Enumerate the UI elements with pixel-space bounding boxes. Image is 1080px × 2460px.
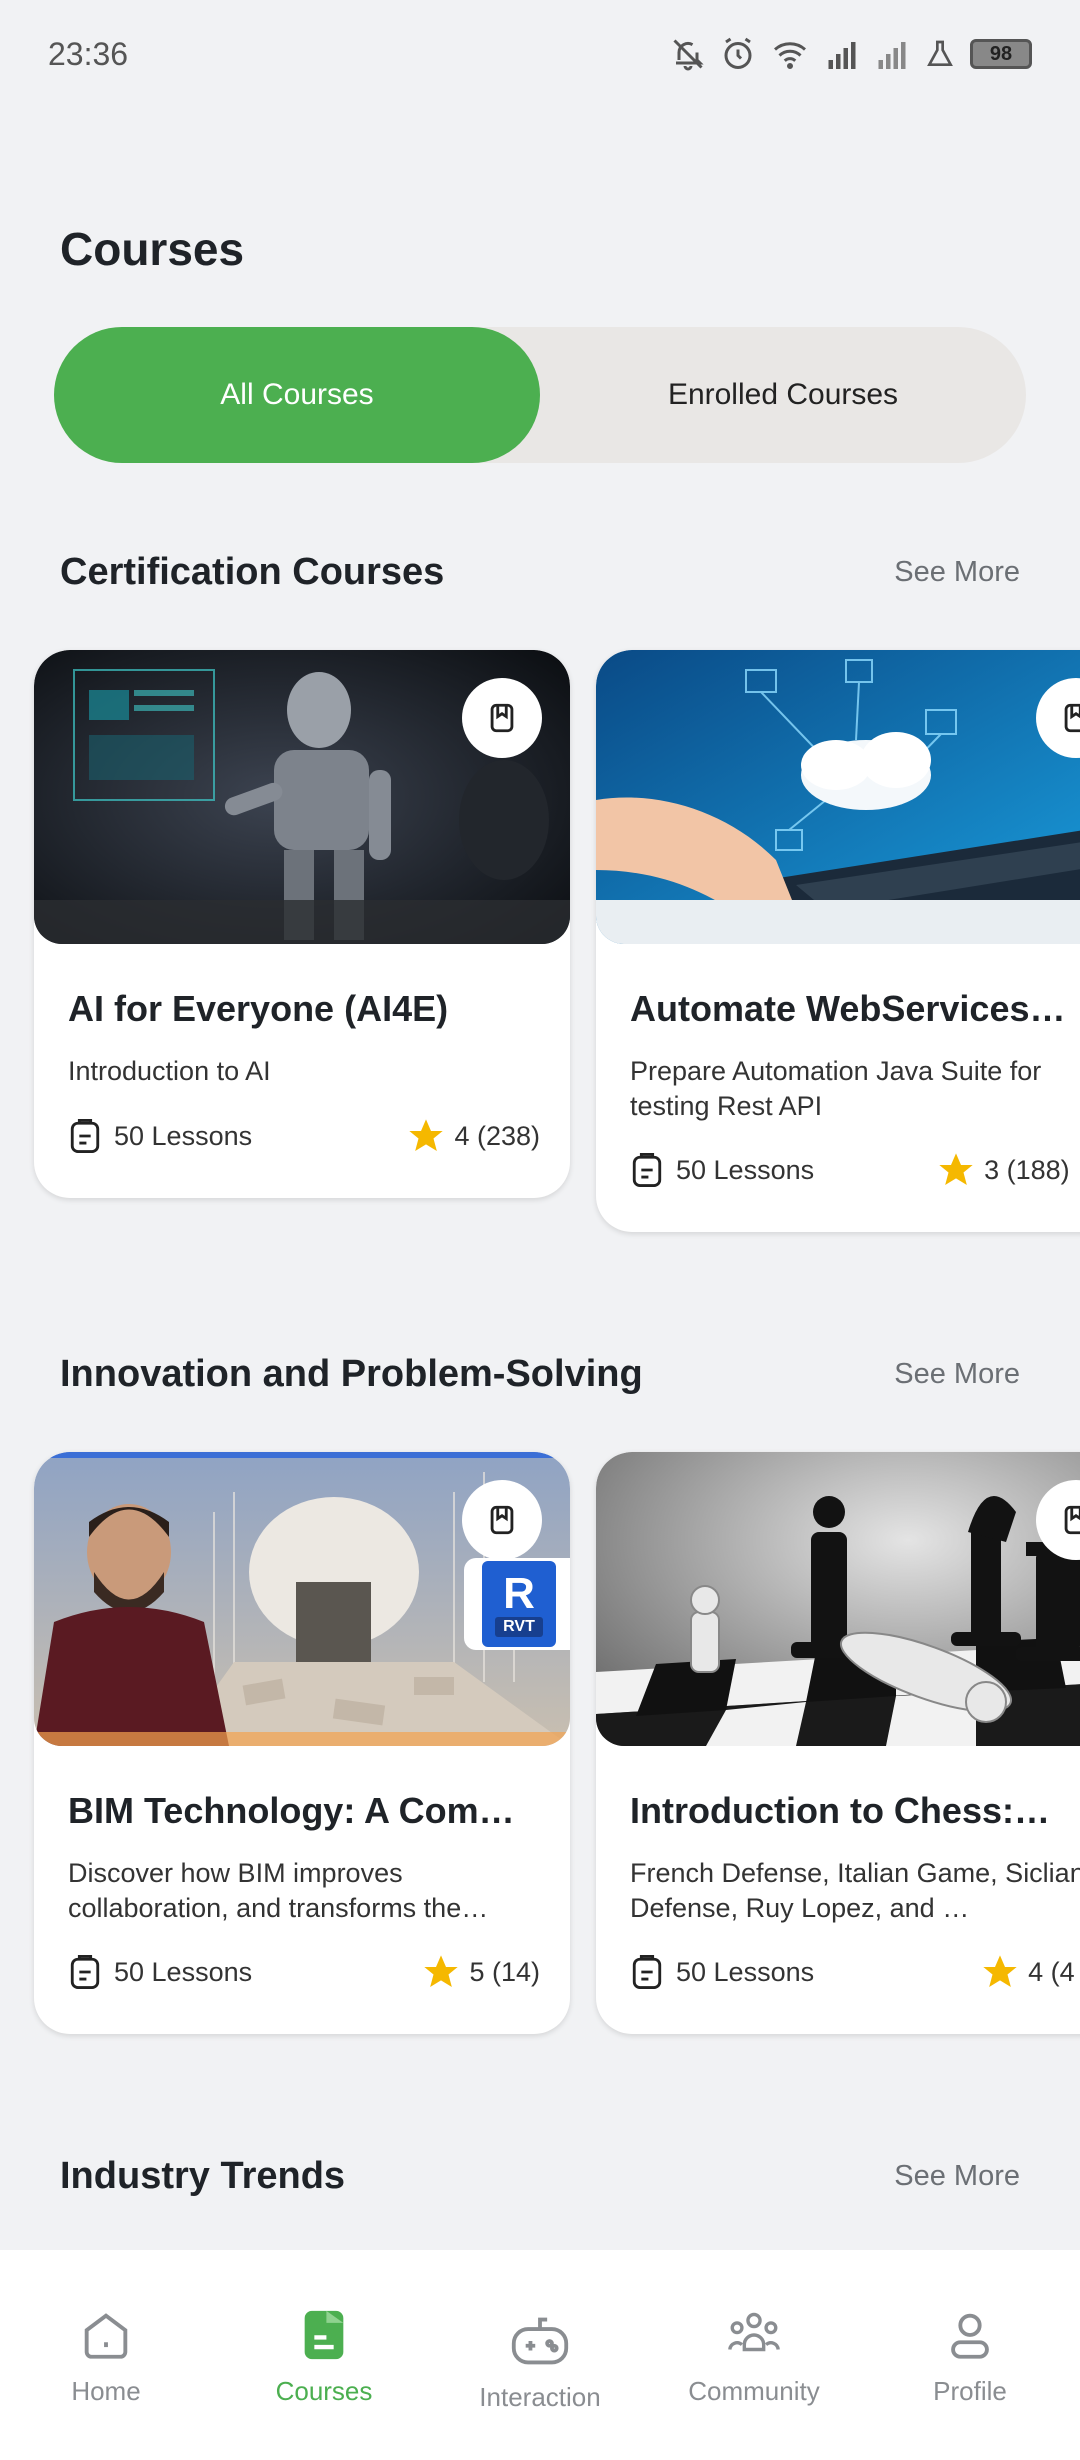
section-title-certification: Certification Courses [60,551,445,593]
course-tabs: All Courses Enrolled Courses [54,327,1026,463]
nav-item-community[interactable]: Community [664,2306,844,2407]
signal-2-icon [878,42,906,69]
revit-badge: R RVT [464,1558,570,1650]
section-title-industry-trends: Industry Trends [60,2155,346,2197]
nav-item-home[interactable]: Home [16,2306,196,2407]
rating-value: 5 (14) [469,1956,540,1987]
see-more-industry-trends[interactable]: See More [894,2160,1020,2193]
course-meta: 50 Lessons 3 (188) [630,1148,1080,1192]
bookmark-button[interactable] [462,1480,542,1560]
star-icon [424,1955,459,1987]
course-title: Introduction to Chess:… [630,1790,1050,1831]
course-image-chess [596,1452,1080,1746]
battery-level: 98 [989,42,1013,65]
lessons-icon [632,1955,662,1989]
lessons-icon [70,1119,100,1153]
section-title-innovation: Innovation and Problem-Solving [60,1353,643,1395]
lessons-count: 50 Lessons [676,1956,815,1987]
course-meta: 50 Lessons 4 (238) [68,1114,540,1158]
lessons-icon [632,1153,662,1187]
nav-label-interaction: Interaction [479,2382,601,2412]
status-bar: 23:36 98 [0,0,1080,110]
see-more-certification[interactable]: See More [894,556,1020,589]
lessons-icon [70,1955,100,1989]
alarm-icon [724,37,752,69]
bottom-navigation: Home Courses Interaction Community Profi… [0,2250,1080,2460]
lessons-count: 50 Lessons [114,1956,253,1987]
star-icon [409,1119,444,1151]
revit-label: RVT [495,1617,543,1637]
bell-off-icon [673,39,704,71]
wifi-icon [774,42,806,69]
status-icons: 98 [670,32,1032,76]
course-meta: 50 Lessons 4 (4 [630,1950,1080,1994]
profile-icon [951,2313,989,2359]
page-title: Courses [60,223,245,275]
rating-value: 4 (238) [454,1120,540,1151]
tab-all-courses[interactable]: All Courses [54,327,540,463]
course-card[interactable]: Automate WebServices… Prepare Automation… [596,650,1080,1232]
course-card[interactable]: R RVT BIM Technology: A Com… Discover ho… [34,1452,570,2034]
course-description: Introduction to AI [68,1056,271,1086]
revit-letter: R [503,1569,535,1618]
signal-icon [828,42,856,69]
bookmark-button[interactable] [462,678,542,758]
star-icon [983,1955,1017,1987]
course-image-laptop-cloud [596,650,1080,944]
nav-label-courses: Courses [275,2376,373,2406]
nav-item-profile[interactable]: Profile [880,2306,1060,2407]
nav-label-community: Community [688,2376,820,2406]
nav-item-interaction[interactable]: Interaction [450,2312,630,2413]
course-title: AI for Everyone (AI4E) [68,988,449,1029]
see-more-innovation[interactable]: See More [894,1358,1020,1391]
gamepad-icon [511,2317,569,2365]
bookmark-icon [1064,1505,1080,1535]
battery-icon: 98 [970,39,1032,69]
course-description: French Defense, Italian Game, Siclian De… [630,1858,1080,1923]
star-icon [939,1153,973,1185]
nav-label-home: Home [71,2376,141,2406]
bookmark-icon [1064,703,1080,733]
rating-value: 3 (188) [984,1154,1070,1185]
rating-value: 4 (4 [1028,1956,1075,1987]
course-card[interactable]: AI for Everyone (AI4E) Introduction to A… [34,650,570,1198]
course-meta: 50 Lessons 5 (14) [68,1950,540,1994]
community-icon [728,2312,780,2352]
lessons-count: 50 Lessons [114,1120,253,1151]
home-icon [84,2313,128,2359]
course-card[interactable]: Introduction to Chess:… French Defense, … [596,1452,1080,2034]
nav-item-courses[interactable]: Courses [234,2306,414,2407]
course-title: BIM Technology: A Com… [68,1790,515,1831]
tab-enrolled-courses[interactable]: Enrolled Courses [540,327,1026,463]
nav-label-profile: Profile [933,2376,1007,2406]
course-description: Prepare Automation Java Suite for testin… [630,1056,1042,1121]
bookmark-icon [490,703,514,733]
flask-icon [927,40,953,66]
course-title: Automate WebServices… [630,988,1066,1029]
lessons-count: 50 Lessons [676,1154,815,1185]
courses-icon [304,2310,344,2360]
status-time: 23:36 [48,36,129,72]
bookmark-icon [490,1505,514,1535]
course-description: Discover how BIM improves collaboration,… [68,1858,489,1923]
